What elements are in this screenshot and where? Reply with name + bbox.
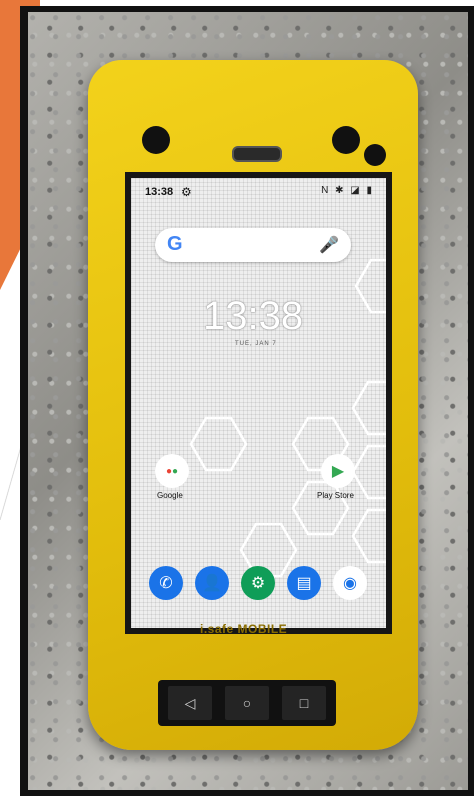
recents-button[interactable]: □ <box>282 686 326 720</box>
hexagon-wallpaper <box>189 258 386 578</box>
brand-logo: i.safe MOBILE <box>200 622 288 636</box>
earpiece-speaker <box>232 146 282 162</box>
camera-icon[interactable]: ◉ <box>333 566 367 600</box>
case-hole-left <box>142 126 170 154</box>
messages-icon[interactable]: ▤ <box>287 566 321 600</box>
contacts-icon[interactable]: 👤 <box>195 566 229 600</box>
play-store-icon[interactable]: ▶ <box>321 454 355 488</box>
settings-icon[interactable]: ⚙ <box>241 566 275 600</box>
phone-screen: 13:38 ⚙ N ✱ ◪ ▮ G 🎤 13:38 TUE, JAN 7 ● ● … <box>125 172 392 634</box>
app-label-play-store: Play Store <box>317 491 354 500</box>
phone-icon[interactable]: ✆ <box>149 566 183 600</box>
hardware-nav-bar: ◁ ○ □ <box>158 680 336 726</box>
app-dock: ✆ 👤 ⚙ ▤ ◉ <box>149 566 369 606</box>
app-label-google: Google <box>157 491 183 500</box>
back-button[interactable]: ◁ <box>168 686 212 720</box>
case-hole-right <box>332 126 360 154</box>
google-apps-folder-icon[interactable]: ● ● <box>155 454 189 488</box>
home-button[interactable]: ○ <box>225 686 269 720</box>
camera-lens <box>364 144 386 166</box>
